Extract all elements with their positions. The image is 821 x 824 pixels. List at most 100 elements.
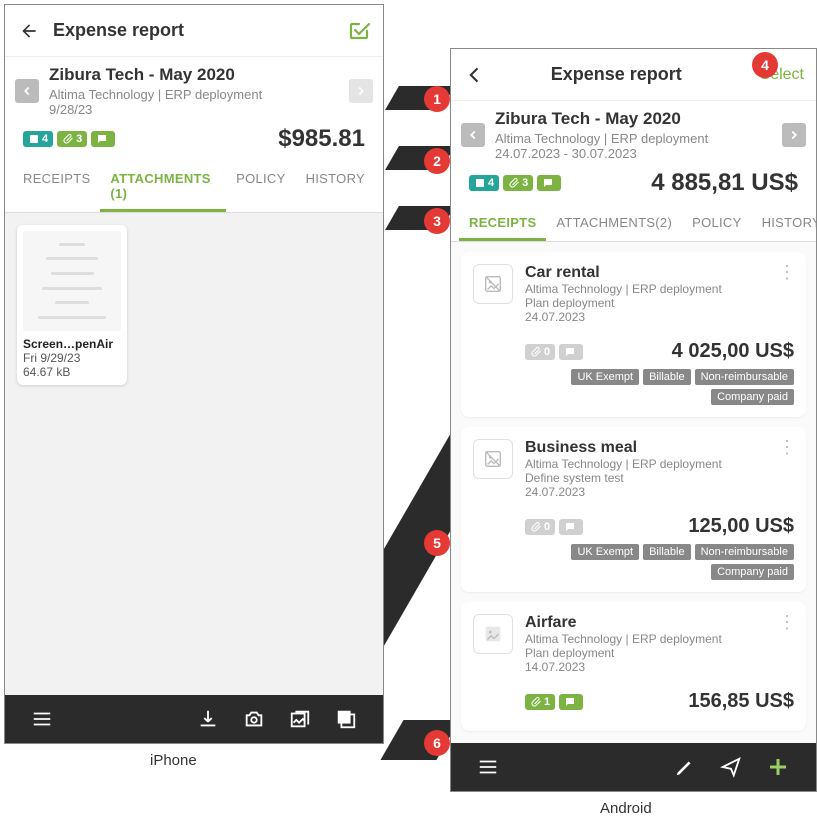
callout-3: 3 bbox=[424, 208, 450, 234]
receipt-amount: 156,85 US$ bbox=[583, 690, 794, 713]
receipts-pane: ⋮Car rentalAltima Technology | ERP deplo… bbox=[451, 242, 816, 743]
receipt-image-icon bbox=[473, 614, 513, 654]
receipt-tag: Non-reimbursable bbox=[695, 369, 794, 385]
edit-icon[interactable] bbox=[674, 756, 696, 778]
comment-badge bbox=[91, 131, 115, 147]
tab-receipts[interactable]: RECEIPTS bbox=[459, 205, 546, 241]
tab-history[interactable]: HISTORY bbox=[296, 161, 375, 212]
back-arrow-icon[interactable] bbox=[17, 19, 41, 43]
receipt-client: Altima Technology | ERP deployment bbox=[525, 632, 794, 646]
attachment-size: 64.67 kB bbox=[23, 365, 121, 379]
receipts-badge: 4 bbox=[469, 175, 499, 191]
receipt-tag: Company paid bbox=[711, 389, 794, 405]
comment-count-badge bbox=[559, 344, 583, 360]
comment-count-badge bbox=[559, 694, 583, 710]
android-screen: Expense report Select Zibura Tech - May … bbox=[450, 48, 817, 792]
tab-attachments[interactable]: ATTACHMENTS(2) bbox=[546, 205, 682, 241]
menu-icon[interactable] bbox=[477, 756, 499, 778]
iphone-bottombar bbox=[5, 695, 383, 743]
attachments-pane: Screen…penAir Fri 9/29/23 64.67 kB bbox=[5, 213, 383, 695]
send-icon[interactable] bbox=[720, 756, 742, 778]
android-bottombar bbox=[451, 743, 816, 791]
iphone-topbar: Expense report bbox=[5, 5, 383, 57]
receipt-date: 24.07.2023 bbox=[525, 310, 794, 324]
gallery-icon[interactable] bbox=[289, 708, 311, 730]
receipt-amount: 4 025,00 US$ bbox=[583, 340, 794, 363]
prev-report-icon[interactable] bbox=[461, 123, 485, 147]
more-icon[interactable]: ⋮ bbox=[778, 262, 796, 283]
comment-count-badge bbox=[559, 519, 583, 535]
more-icon[interactable]: ⋮ bbox=[778, 612, 796, 633]
report-header: Zibura Tech - May 2020 Altima Technology… bbox=[5, 57, 383, 117]
menu-icon[interactable] bbox=[31, 708, 53, 730]
attachment-count-badge: 0 bbox=[525, 519, 555, 535]
more-icon[interactable]: ⋮ bbox=[778, 437, 796, 458]
callout-4: 4 bbox=[752, 52, 778, 78]
tab-receipts[interactable]: RECEIPTS bbox=[13, 161, 100, 212]
receipt-task: Define system test bbox=[525, 471, 794, 485]
submit-check-icon[interactable] bbox=[347, 19, 371, 43]
callout-5: 5 bbox=[424, 530, 450, 556]
receipt-date: 14.07.2023 bbox=[525, 660, 794, 674]
comment-badge bbox=[537, 175, 561, 191]
receipt-task: Plan deployment bbox=[525, 296, 794, 310]
callout-1: 1 bbox=[424, 86, 450, 112]
tabs: RECEIPTS ATTACHMENTS (1) POLICY HISTORY bbox=[5, 161, 383, 213]
receipt-tag: UK Exempt bbox=[571, 544, 639, 560]
next-report-icon[interactable] bbox=[349, 79, 373, 103]
tabs: RECEIPTS ATTACHMENTS(2) POLICY HISTORY bbox=[451, 205, 816, 242]
receipt-tag: Non-reimbursable bbox=[695, 544, 794, 560]
report-title: Zibura Tech - May 2020 bbox=[495, 109, 772, 129]
attachment-date: Fri 9/29/23 bbox=[23, 351, 121, 365]
receipts-badge: 4 bbox=[23, 131, 53, 147]
receipt-task: Plan deployment bbox=[525, 646, 794, 660]
receipt-amount: 125,00 US$ bbox=[583, 515, 794, 538]
back-chevron-icon[interactable] bbox=[463, 63, 487, 87]
camera-icon[interactable] bbox=[243, 708, 265, 730]
attachment-count-badge: 1 bbox=[525, 694, 555, 710]
receipt-card[interactable]: ⋮AirfareAltima Technology | ERP deployme… bbox=[461, 602, 806, 731]
report-total: $985.81 bbox=[115, 125, 365, 153]
page-title: Expense report bbox=[53, 20, 347, 41]
attachment-name: Screen…penAir bbox=[23, 337, 121, 351]
receipt-image-icon bbox=[473, 264, 513, 304]
attachment-card[interactable]: Screen…penAir Fri 9/29/23 64.67 kB bbox=[17, 225, 127, 385]
attachment-count-badge: 0 bbox=[525, 344, 555, 360]
stack-icon[interactable] bbox=[335, 708, 357, 730]
receipt-tags: UK ExemptBillable Non-reimbursable Company… bbox=[525, 369, 794, 405]
download-icon[interactable] bbox=[197, 708, 219, 730]
report-client: Altima Technology | ERP deployment bbox=[495, 131, 772, 146]
tab-policy[interactable]: POLICY bbox=[682, 205, 751, 241]
attachments-badge: 3 bbox=[57, 131, 87, 147]
report-date-range: 24.07.2023 - 30.07.2023 bbox=[495, 146, 772, 161]
receipt-image-icon bbox=[473, 439, 513, 479]
receipt-card[interactable]: ⋮Car rentalAltima Technology | ERP deplo… bbox=[461, 252, 806, 417]
receipt-tags: UK ExemptBillableNon-reimbursableCompany… bbox=[525, 544, 794, 580]
summary-row: 4 3 $985.81 bbox=[5, 117, 383, 161]
report-header: Zibura Tech - May 2020 Altima Technology… bbox=[451, 101, 816, 161]
receipt-title: Airfare bbox=[525, 614, 794, 632]
receipt-card[interactable]: ⋮Business mealAltima Technology | ERP de… bbox=[461, 427, 806, 592]
report-title: Zibura Tech - May 2020 bbox=[49, 65, 339, 85]
callout-2: 2 bbox=[424, 148, 450, 174]
report-date: 9/28/23 bbox=[49, 102, 339, 117]
next-report-icon[interactable] bbox=[782, 123, 806, 147]
report-client: Altima Technology | ERP deployment bbox=[49, 87, 339, 102]
tab-policy[interactable]: POLICY bbox=[226, 161, 295, 212]
android-label: Android bbox=[600, 800, 652, 817]
receipt-client: Altima Technology | ERP deployment bbox=[525, 457, 794, 471]
tab-history[interactable]: HISTORY bbox=[752, 205, 817, 241]
prev-report-icon[interactable] bbox=[15, 79, 39, 103]
receipt-date: 24.07.2023 bbox=[525, 485, 794, 499]
attachment-thumbnail bbox=[23, 231, 121, 331]
report-total: 4 885,81 US$ bbox=[561, 169, 798, 197]
receipt-tag: Billable bbox=[643, 369, 690, 385]
receipt-client: Altima Technology | ERP deployment bbox=[525, 282, 794, 296]
tab-attachments[interactable]: ATTACHMENTS (1) bbox=[100, 161, 226, 212]
summary-row: 4 3 4 885,81 US$ bbox=[451, 161, 816, 205]
attachments-badge: 3 bbox=[503, 175, 533, 191]
add-icon[interactable] bbox=[766, 755, 790, 779]
receipt-tag: UK Exempt bbox=[571, 369, 639, 385]
callout-6: 6 bbox=[424, 730, 450, 756]
page-title: Expense report bbox=[499, 64, 734, 85]
